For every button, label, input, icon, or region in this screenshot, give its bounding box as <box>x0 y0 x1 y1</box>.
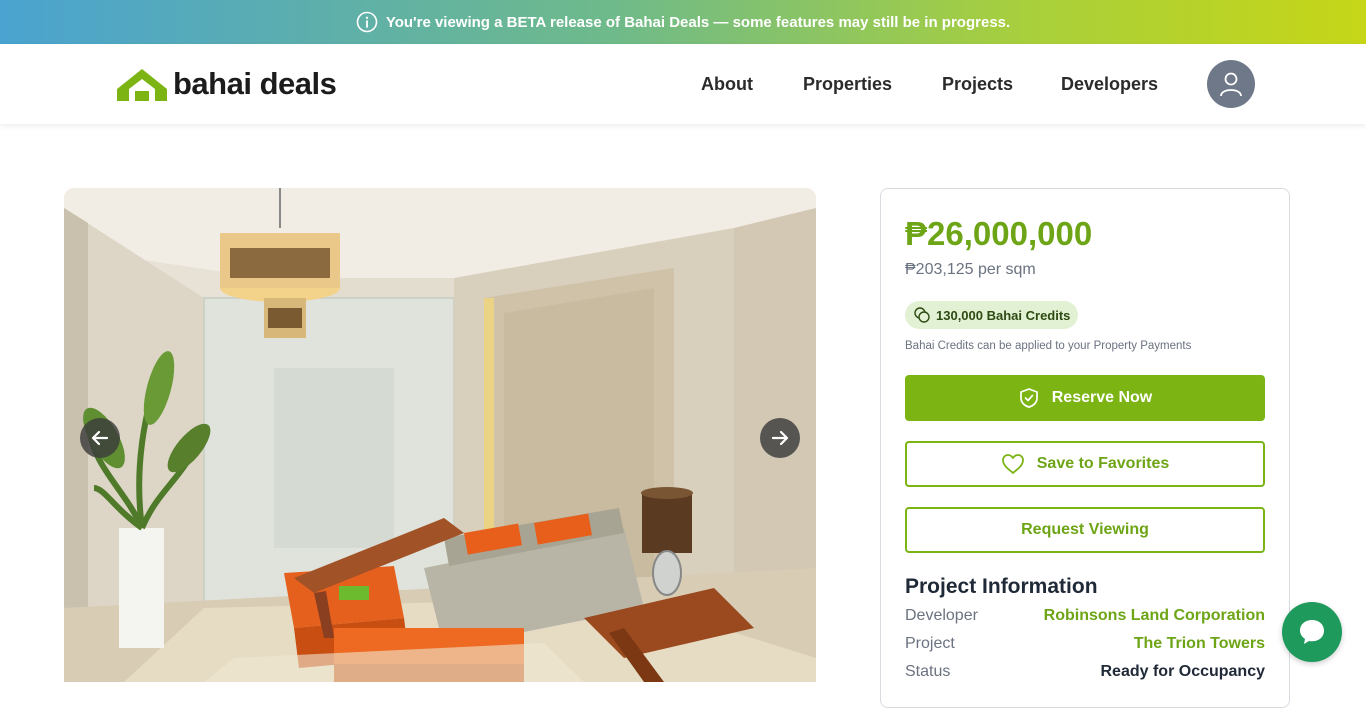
heart-icon <box>1001 454 1024 474</box>
reserve-now-button[interactable]: Reserve Now <box>905 375 1265 421</box>
project-link[interactable]: The Trion Towers <box>1134 635 1265 653</box>
site-header: bahai deals About Properties Projects De… <box>0 44 1366 124</box>
info-icon <box>356 11 378 33</box>
save-to-favorites-label: Save to Favorites <box>1036 455 1170 472</box>
request-viewing-label: Request Viewing <box>1021 521 1149 538</box>
project-info-row-status: Status Ready for Occupancy <box>905 663 1265 681</box>
price-per-sqm: ₱203,125 per sqm <box>905 261 1036 278</box>
listing-price: ₱26,000,000 <box>905 215 1093 252</box>
project-info-title: Project Information <box>905 575 1098 598</box>
project-info-row-project: Project The Trion Towers <box>905 635 1265 653</box>
chat-button[interactable] <box>1282 602 1342 662</box>
status-value: Ready for Occupancy <box>1100 663 1266 680</box>
logo[interactable]: bahai deals <box>117 66 337 101</box>
nav-about[interactable]: About <box>701 74 753 95</box>
nav-projects[interactable]: Projects <box>942 74 1013 95</box>
arrow-left-icon <box>91 430 109 446</box>
shield-check-icon <box>1019 388 1038 408</box>
project-info-row-developer: Developer Robinsons Land Corporation <box>905 607 1265 625</box>
property-gallery <box>64 188 816 682</box>
user-avatar-button[interactable] <box>1207 60 1255 108</box>
property-photo <box>64 188 816 682</box>
beta-banner-text: You're viewing a BETA release of Bahai D… <box>385 13 1011 31</box>
credits-badge-label: 130,000 Bahai Credits <box>936 307 1071 323</box>
developer-link[interactable]: Robinsons Land Corporation <box>1044 607 1265 625</box>
logo-house-icon <box>117 69 167 101</box>
chat-bubble-icon <box>1300 620 1324 644</box>
logo-text: bahai deals <box>173 66 337 101</box>
reserve-now-label: Reserve Now <box>1051 389 1153 406</box>
credits-note: Bahai Credits can be applied to your Pro… <box>905 340 1192 352</box>
info-label: Developer <box>905 607 978 624</box>
save-to-favorites-button[interactable]: Save to Favorites <box>905 441 1265 487</box>
user-icon <box>1220 72 1242 97</box>
beta-banner: You're viewing a BETA release of Bahai D… <box>0 0 1366 44</box>
arrow-right-icon <box>771 430 789 446</box>
info-label: Project <box>905 635 955 652</box>
gallery-next-button[interactable] <box>760 418 800 458</box>
gallery-prev-button[interactable] <box>80 418 120 458</box>
credits-badge: 130,000 Bahai Credits <box>905 301 1079 329</box>
nav-developers[interactable]: Developers <box>1061 74 1158 95</box>
info-label: Status <box>905 663 951 680</box>
coins-icon <box>914 307 930 323</box>
request-viewing-button[interactable]: Request Viewing <box>905 507 1265 553</box>
nav-properties[interactable]: Properties <box>803 74 892 95</box>
listing-card: ₱26,000,000 ₱203,125 per sqm 130,000 Bah… <box>880 188 1290 708</box>
